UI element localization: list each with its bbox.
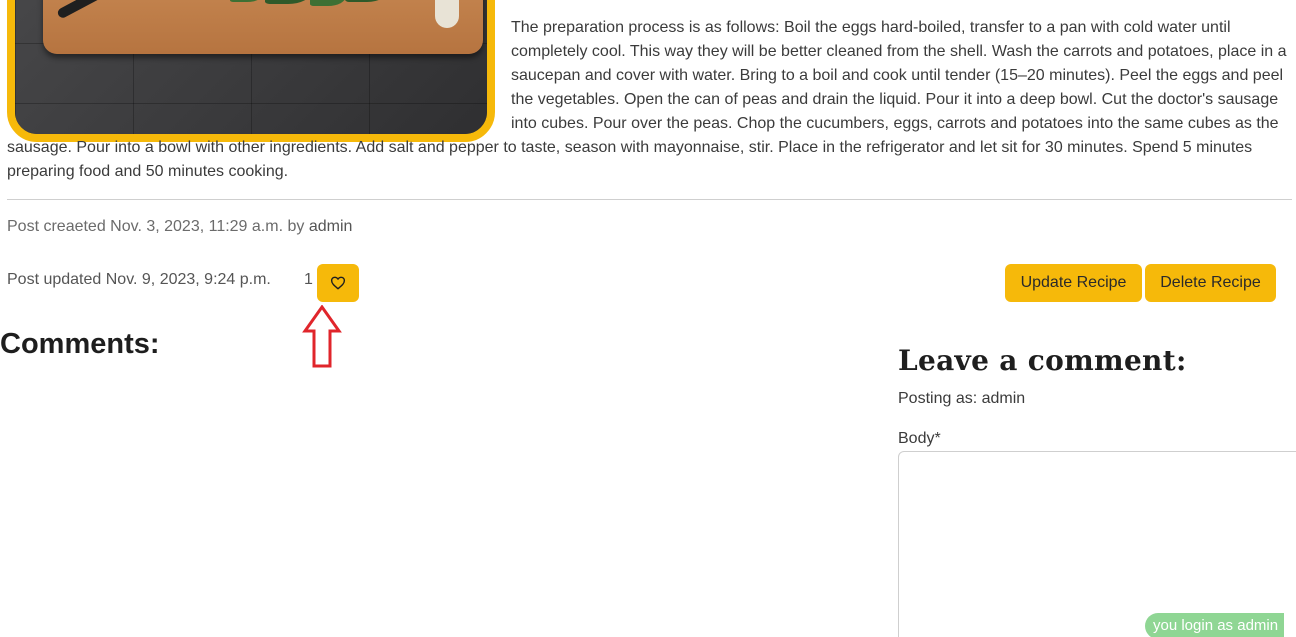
body-field-label: Body* — [898, 430, 941, 447]
comment-body-textarea[interactable] — [898, 451, 1296, 637]
delete-recipe-button[interactable]: Delete Recipe — [1145, 264, 1276, 302]
post-updated-text: Post updated Nov. 9, 2023, 9:24 p.m. — [7, 271, 271, 288]
comments-heading: Comments: — [0, 328, 160, 360]
update-recipe-button[interactable]: Update Recipe — [1005, 264, 1142, 302]
like-button[interactable] — [317, 264, 359, 302]
heart-outline-icon — [330, 276, 346, 290]
post-author: admin — [308, 218, 353, 235]
post-created-text: Post creaeted Nov. 3, 2023, 11:29 a.m. b… — [7, 218, 305, 235]
divider — [7, 199, 1292, 200]
recipe-description-block: The preparation process is as follows: B… — [7, 16, 1292, 184]
post-created-info: Post creaeted Nov. 3, 2023, 11:29 a.m. b… — [7, 218, 352, 236]
up-arrow-annotation-icon — [302, 305, 342, 368]
leave-comment-heading: Leave a comment: — [898, 344, 1187, 377]
recipe-detail-page: The preparation process is as follows: B… — [0, 0, 1296, 637]
like-count: 1 — [304, 271, 313, 288]
image-float-spacer — [7, 16, 511, 136]
posting-as-text: Posting as: admin — [898, 390, 1026, 407]
login-status-badge: you login as admin — [1145, 613, 1285, 637]
